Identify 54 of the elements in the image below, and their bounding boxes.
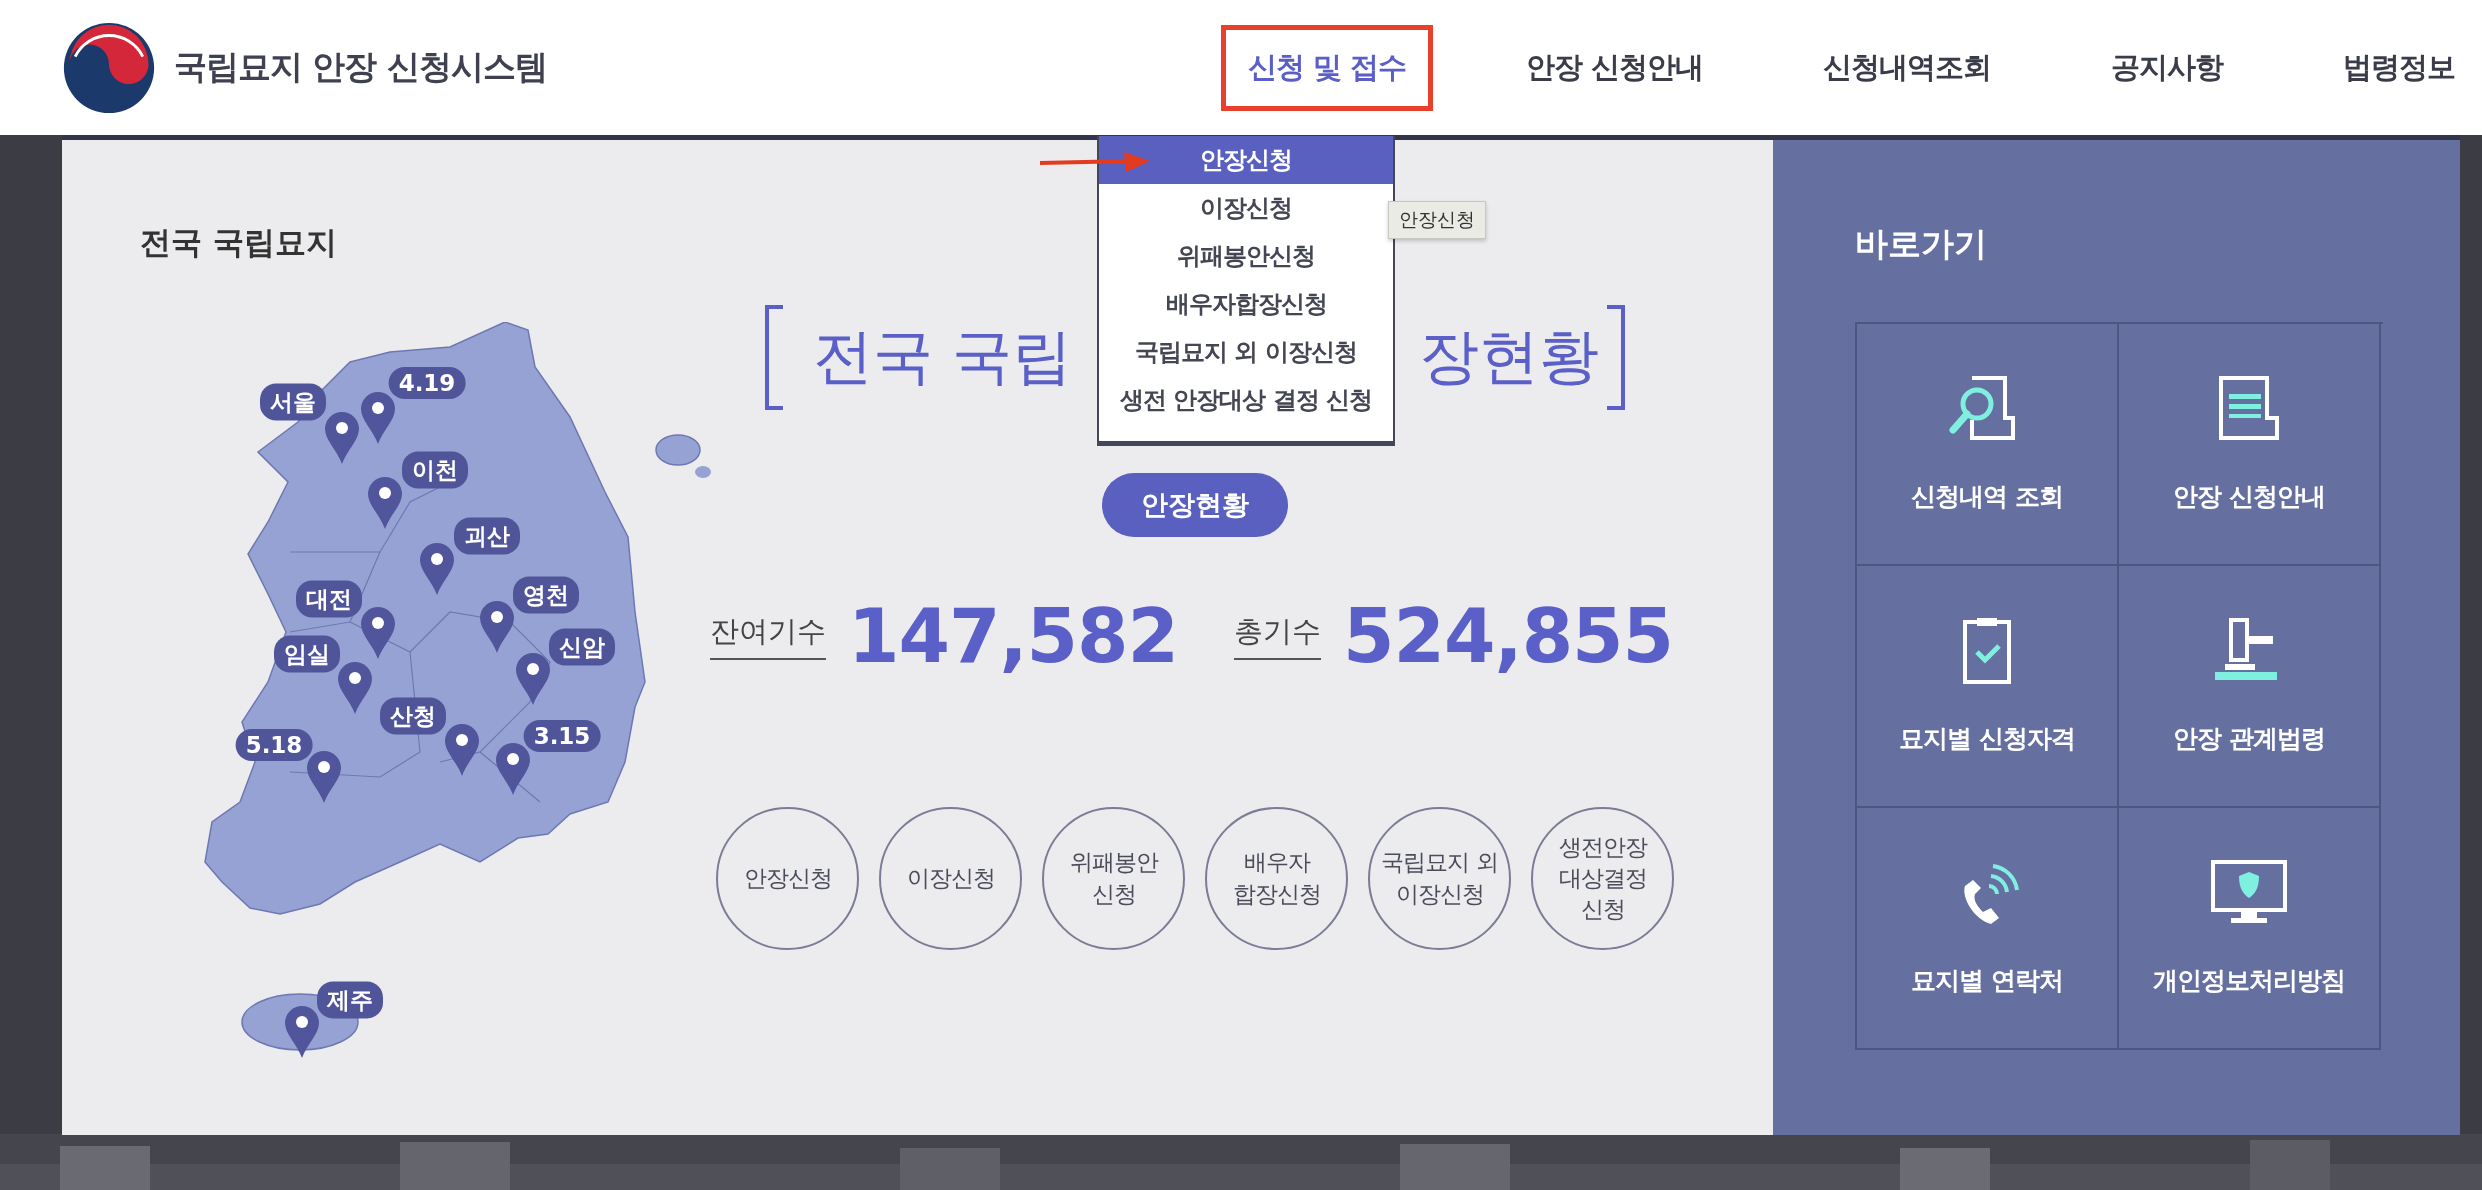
pin-label[interactable]: 괴산: [454, 517, 520, 555]
stat-label: 잔여기수: [710, 612, 826, 660]
pin-label[interactable]: 4.19: [388, 367, 466, 399]
pin-label[interactable]: 신암: [549, 628, 615, 666]
stat-label: 총기수: [1234, 612, 1322, 660]
section-title: 전국 국립묘지: [140, 223, 338, 262]
map-pin-icon[interactable]: [445, 724, 479, 776]
nav-menu-item[interactable]: 법령정보: [2316, 24, 2482, 111]
map-pin-icon[interactable]: [480, 601, 514, 653]
shortcut-tile[interactable]: 개인정보처리방침: [2119, 808, 2381, 1050]
application-link[interactable]: 국립묘지 외 이장신청: [1368, 807, 1511, 950]
status-button[interactable]: 안장현황: [1102, 473, 1288, 537]
pin-label[interactable]: 산청: [380, 697, 446, 735]
application-link[interactable]: 생전안장 대상결정 신청: [1531, 807, 1674, 950]
pin-label[interactable]: 영천: [513, 576, 579, 614]
nav-menu-item[interactable]: 신청내역조회: [1796, 24, 2018, 111]
map-pin-icon[interactable]: [285, 1006, 319, 1058]
map-pin-icon[interactable]: [325, 412, 359, 464]
shortcut-tile[interactable]: 안장 신청안내: [2119, 324, 2381, 566]
nav-menu-item[interactable]: 안장 신청안내: [1498, 24, 1730, 111]
shortcut-tile[interactable]: 묘지별 연락처: [1857, 808, 2119, 1050]
dropdown-item[interactable]: 안장신청: [1099, 136, 1393, 184]
pin-label[interactable]: 3.15: [523, 720, 601, 752]
map-pin-icon[interactable]: [368, 477, 402, 529]
application-link[interactable]: 안장신청: [716, 807, 859, 950]
heading-text: 전국 국립: [813, 320, 1073, 393]
shortcut-tile[interactable]: 안장 관계법령: [2119, 566, 2381, 808]
section-title: 바로가기: [1855, 223, 1988, 262]
shortcut-tile[interactable]: 묘지별 신청자격: [1857, 566, 2119, 808]
map-pin-icon[interactable]: [361, 607, 395, 659]
site-title[interactable]: 국립묘지 안장 신청시스템: [174, 45, 547, 90]
pin-label[interactable]: 임실: [274, 635, 340, 673]
pin-label[interactable]: 대전: [296, 580, 362, 618]
pin-label[interactable]: 5.18: [235, 729, 313, 761]
application-link[interactable]: 위패봉안 신청: [1042, 807, 1185, 950]
stat-value: 147,582: [848, 593, 1179, 679]
pin-label[interactable]: 이천: [402, 451, 468, 489]
map-pin-icon[interactable]: [496, 743, 530, 795]
logo-icon[interactable]: [62, 20, 156, 115]
map-pin-icon[interactable]: [516, 653, 550, 705]
heading-text: 장현황: [1419, 320, 1599, 393]
tooltip: 안장신청: [1388, 201, 1486, 239]
map-pin-icon[interactable]: [420, 543, 454, 595]
pin-label[interactable]: 제주: [317, 981, 383, 1019]
pin-label[interactable]: 서울: [260, 383, 326, 421]
nav-menu-item[interactable]: 공지사항: [2084, 24, 2250, 111]
stat-value: 524,855: [1343, 593, 1674, 679]
application-link[interactable]: 이장신청: [879, 807, 1022, 950]
map-pin-icon[interactable]: [338, 662, 372, 714]
shortcut-tile[interactable]: 신청내역 조회: [1857, 324, 2119, 566]
map-pin-icon[interactable]: [361, 392, 395, 444]
nav-menu-item[interactable]: 신청 및 접수: [1220, 24, 1433, 111]
application-link[interactable]: 배우자 합장신청: [1205, 807, 1348, 950]
map-pin-icon[interactable]: [307, 751, 341, 803]
